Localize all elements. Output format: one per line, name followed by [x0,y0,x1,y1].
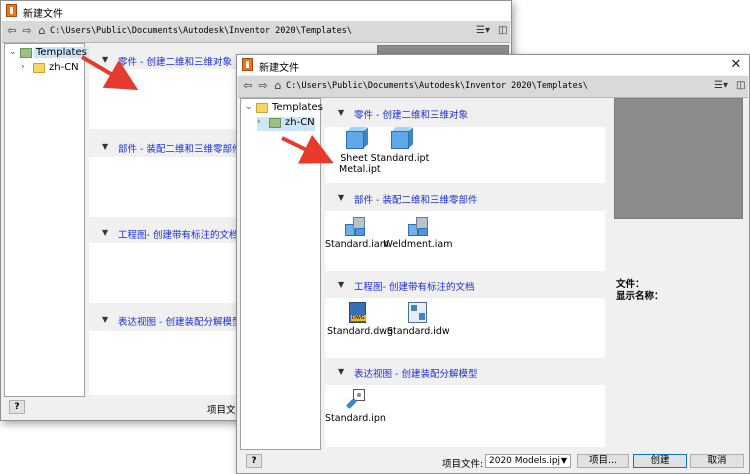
collapse-triangle-icon[interactable]: ▼ [338,280,344,289]
inventor-logo-icon [242,58,253,71]
home-icon[interactable]: ⌂ [36,25,48,37]
section-presentation-body: Standard.ipn [325,385,605,447]
front-folder-tree: ⌄ Templates › zh-CN [240,98,323,450]
create-button[interactable]: 创建 [633,454,687,468]
back-folder-tree: ⌄ Templates › zh-CN [4,43,89,397]
forward-arrow-icon[interactable]: ⇨ [257,80,269,92]
folder-icon [256,103,268,113]
section-drawing-body: Standard.dwg Standard.idw [325,298,605,358]
file-item-standard-ipt[interactable]: Standard.ipt [365,129,435,164]
tree-label-templates: Templates [272,102,323,113]
panel-toggle-icon[interactable]: ◫ [736,80,745,92]
back-help-button[interactable]: ? [9,400,25,414]
panel-toggle-icon[interactable]: ◫ [498,25,507,37]
back-section-assembly-body [89,157,239,217]
collapse-triangle-icon[interactable]: ▼ [102,228,108,237]
collapse-triangle-icon[interactable]: ▼ [338,367,344,376]
project-file-label: 项目文件: [442,459,484,470]
tree-label-zh-cn: zh-CN [285,117,315,128]
collapse-icon[interactable]: ⌄ [245,102,255,112]
front-path-text: C:\Users\Public\Documents\Autodesk\Inven… [286,81,588,91]
part-cube-icon [344,129,366,151]
file-item-standard-idw[interactable]: Standard.idw [387,302,450,337]
collapse-triangle-icon[interactable]: ▼ [338,108,344,117]
tree-label-zh-cn: zh-CN [49,62,79,73]
file-item-weldment-iam[interactable]: Weldment.iam [383,215,453,250]
back-section-presentation-body [89,331,239,395]
section-assembly-body: Standard.iam Weldment.iam [325,211,605,271]
content-scrollbar[interactable] [605,98,609,448]
tree-item-zh-cn[interactable]: › zh-CN [21,62,83,76]
forward-arrow-icon[interactable]: ⇨ [21,25,33,37]
file-item-standard-dwg[interactable]: Standard.dwg [327,302,393,337]
front-titlebar: 新建文件 ✕ [237,55,749,75]
presentation-magnifier-icon [344,389,366,411]
expand-icon[interactable]: › [21,62,31,72]
section-parts-body: Sheet Metal.ipt Standard.ipt [325,127,605,183]
folder-icon [20,48,32,58]
tree-item-templates[interactable]: ⌄ Templates [245,102,323,116]
project-button[interactable]: 项目... [577,454,629,468]
idw-file-icon [406,302,428,324]
dropdown-arrow-icon[interactable]: ▼ [561,455,567,467]
file-item-standard-ipn[interactable]: Standard.ipn [325,389,386,424]
tree-label-templates: Templates [34,47,89,58]
template-preview-image [614,98,743,219]
view-options-icon[interactable]: ☰▾ [714,80,728,92]
close-icon[interactable]: ✕ [729,57,743,72]
front-dialog-window: 新建文件 ✕ ⇦ ⇨ ⌂ C:\Users\Public\Documents\A… [236,54,750,474]
back-dialog-title: 新建文件 [23,9,63,20]
assembly-icon [407,215,429,237]
back-path-text: C:\Users\Public\Documents\Autodesk\Inven… [50,26,352,36]
back-arrow-icon[interactable]: ⇦ [6,25,18,37]
project-file-select[interactable]: 2020 Models.ipj ▼ [485,454,571,468]
back-arrow-icon[interactable]: ⇦ [242,80,254,92]
back-path-bar: ⇦ ⇨ ⌂ C:\Users\Public\Documents\Autodesk… [2,21,510,43]
inventor-logo-icon [6,4,17,17]
collapse-triangle-icon[interactable]: ▼ [338,193,344,202]
front-path-bar: ⇦ ⇨ ⌂ C:\Users\Public\Documents\Autodesk… [238,76,748,98]
tree-item-templates[interactable]: ⌄ Templates [9,47,89,61]
help-button[interactable]: ? [246,454,262,468]
folder-icon [33,63,45,73]
folder-icon [269,118,281,128]
collapse-icon[interactable]: ⌄ [9,47,19,57]
collapse-triangle-icon[interactable]: ▼ [102,315,108,324]
tree-item-zh-cn[interactable]: › zh-CN [257,117,315,131]
view-options-icon[interactable]: ☰▾ [476,25,490,37]
dwg-file-icon [346,302,368,324]
display-name-label: 显示名称： [616,291,664,302]
collapse-triangle-icon[interactable]: ▼ [102,55,108,64]
expand-icon[interactable]: › [257,117,267,127]
cancel-button[interactable]: 取消 [690,454,744,468]
home-icon[interactable]: ⌂ [272,80,284,92]
file-item-standard-iam[interactable]: Standard.iam [325,215,389,250]
assembly-icon [344,215,366,237]
back-section-drawing-body [89,243,239,303]
back-titlebar: 新建文件 [1,1,511,21]
front-dialog-title: 新建文件 [259,63,299,74]
collapse-triangle-icon[interactable]: ▼ [102,142,108,151]
part-cube-icon [389,129,411,151]
